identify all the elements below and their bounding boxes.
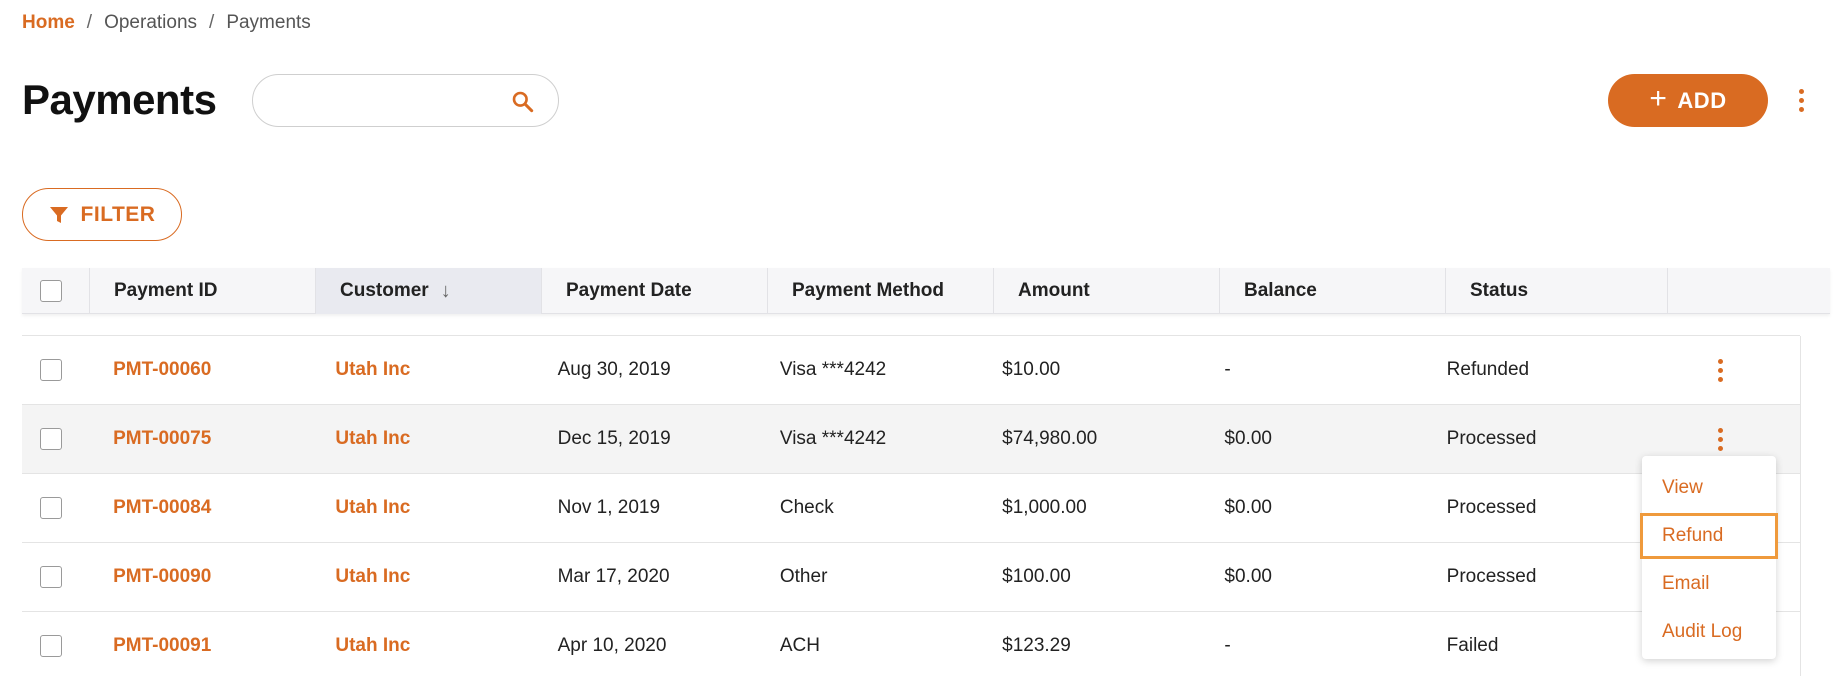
payment-date-cell: Mar 17, 2020 — [557, 566, 670, 587]
payment-method-cell: ACH — [779, 635, 820, 656]
payment-date-cell: Dec 15, 2019 — [557, 428, 671, 449]
column-header-payment-date[interactable]: Payment Date — [542, 268, 768, 314]
payment-method-cell: Visa ***4242 — [779, 359, 887, 380]
column-header-label: Status — [1470, 280, 1529, 301]
page-more-options-kebab-icon[interactable] — [1793, 89, 1809, 115]
balance-cell: - — [1224, 359, 1231, 380]
customer-link[interactable]: Utah Inc — [311, 474, 533, 542]
column-header-balance[interactable]: Balance — [1220, 268, 1446, 314]
payment-id-link[interactable]: PMT-00090 — [89, 543, 311, 611]
payment-date-cell: Apr 10, 2020 — [557, 635, 667, 656]
filter-icon — [49, 206, 68, 223]
filter-button[interactable]: FILTER — [22, 188, 182, 241]
payment-method-cell: Other — [779, 566, 828, 587]
row-checkbox[interactable] — [40, 497, 62, 519]
row-select-cell — [22, 405, 89, 473]
status-cell: Failed — [1446, 635, 1499, 656]
column-header-payment-method[interactable]: Payment Method — [768, 268, 994, 314]
menu-item-email[interactable]: Email — [1642, 560, 1776, 608]
breadcrumb-home-link[interactable]: Home — [22, 12, 75, 34]
page-title: Payments — [22, 76, 217, 123]
header-select-all — [22, 268, 90, 314]
balance-cell: $0.00 — [1224, 566, 1272, 587]
column-header-label: Payment ID — [114, 280, 218, 301]
breadcrumb: Home / Operations / Payments — [22, 12, 311, 34]
menu-item-refund[interactable]: Refund — [1639, 512, 1779, 560]
row-checkbox[interactable] — [40, 359, 62, 381]
status-cell: Processed — [1446, 428, 1537, 449]
column-header-label: Balance — [1244, 280, 1317, 301]
column-header-label: Payment Date — [566, 280, 692, 301]
sort-descending-icon: ↓ — [440, 279, 451, 302]
add-button-label: ADD — [1677, 87, 1727, 113]
row-checkbox[interactable] — [40, 635, 62, 657]
column-header-amount[interactable]: Amount — [994, 268, 1220, 314]
column-header-payment-id[interactable]: Payment ID — [90, 268, 316, 314]
column-header-status[interactable]: Status — [1446, 268, 1668, 314]
plus-icon: + — [1649, 82, 1668, 115]
row-checkbox[interactable] — [40, 566, 62, 588]
column-header-actions — [1668, 268, 1830, 314]
breadcrumb-separator: / — [86, 12, 93, 33]
table-row[interactable]: PMT-00084 Utah Inc Nov 1, 2019 Check $1,… — [22, 474, 1800, 543]
menu-item-audit-log[interactable]: Audit Log — [1642, 608, 1776, 656]
payment-id-link[interactable]: PMT-00091 — [89, 612, 311, 676]
customer-link[interactable]: Utah Inc — [311, 405, 533, 473]
balance-cell: $0.00 — [1224, 428, 1272, 449]
row-checkbox[interactable] — [40, 428, 62, 450]
row-select-cell — [22, 474, 89, 542]
amount-cell: $74,980.00 — [1002, 428, 1098, 449]
filter-button-label: FILTER — [80, 202, 156, 226]
column-header-label: Amount — [1018, 280, 1090, 301]
amount-cell: $123.29 — [1002, 635, 1071, 656]
payment-id-link[interactable]: PMT-00075 — [89, 405, 311, 473]
add-button[interactable]: + ADD — [1608, 74, 1768, 127]
search-box[interactable] — [252, 74, 559, 127]
payment-method-cell: Visa ***4242 — [779, 428, 887, 449]
breadcrumb-item-operations[interactable]: Operations — [104, 12, 197, 34]
row-select-cell — [22, 612, 89, 676]
table-scrollbar[interactable] — [1800, 336, 1830, 676]
breadcrumb-item-payments: Payments — [226, 12, 311, 33]
column-header-label: Customer — [340, 280, 429, 301]
status-cell: Refunded — [1446, 359, 1530, 380]
table-body-top-divider — [22, 335, 1800, 336]
balance-cell: - — [1224, 635, 1231, 656]
table-row[interactable]: PMT-00075 Utah Inc Dec 15, 2019 Visa ***… — [22, 405, 1800, 474]
row-actions-cell — [1641, 336, 1800, 404]
balance-cell: $0.00 — [1224, 497, 1272, 518]
status-cell: Processed — [1446, 566, 1537, 587]
amount-cell: $1,000.00 — [1002, 497, 1087, 518]
table-row[interactable]: PMT-00060 Utah Inc Aug 30, 2019 Visa ***… — [22, 336, 1800, 405]
status-cell: Processed — [1446, 497, 1537, 518]
column-header-label: Payment Method — [792, 280, 945, 301]
payments-table: Payment ID Customer ↓ Payment Date Payme… — [22, 268, 1830, 676]
search-icon[interactable] — [510, 89, 536, 115]
customer-link[interactable]: Utah Inc — [311, 543, 533, 611]
customer-link[interactable]: Utah Inc — [311, 336, 533, 404]
payment-id-link[interactable]: PMT-00084 — [89, 474, 311, 542]
row-kebab-icon[interactable] — [1718, 358, 1724, 382]
table-row[interactable]: PMT-00091 Utah Inc Apr 10, 2020 ACH $123… — [22, 612, 1800, 676]
payment-date-cell: Nov 1, 2019 — [557, 497, 661, 518]
row-kebab-icon[interactable] — [1718, 427, 1724, 451]
row-select-cell — [22, 543, 89, 611]
customer-link[interactable]: Utah Inc — [311, 612, 533, 676]
table-header: Payment ID Customer ↓ Payment Date Payme… — [22, 268, 1830, 314]
payment-date-cell: Aug 30, 2019 — [557, 359, 671, 380]
payment-id-link[interactable]: PMT-00060 — [89, 336, 311, 404]
amount-cell: $100.00 — [1002, 566, 1071, 587]
table-row[interactable]: PMT-00090 Utah Inc Mar 17, 2020 Other $1… — [22, 543, 1800, 612]
menu-item-view[interactable]: View — [1642, 464, 1776, 512]
payment-method-cell: Check — [779, 497, 834, 518]
row-actions-menu: View Refund Email Audit Log — [1639, 456, 1779, 659]
select-all-checkbox[interactable] — [40, 280, 62, 302]
amount-cell: $10.00 — [1002, 359, 1061, 380]
column-header-customer[interactable]: Customer ↓ — [316, 268, 542, 314]
row-select-cell — [22, 336, 89, 404]
search-input[interactable] — [273, 87, 503, 115]
table-body: PMT-00060 Utah Inc Aug 30, 2019 Visa ***… — [22, 336, 1800, 676]
breadcrumb-separator: / — [209, 12, 215, 33]
